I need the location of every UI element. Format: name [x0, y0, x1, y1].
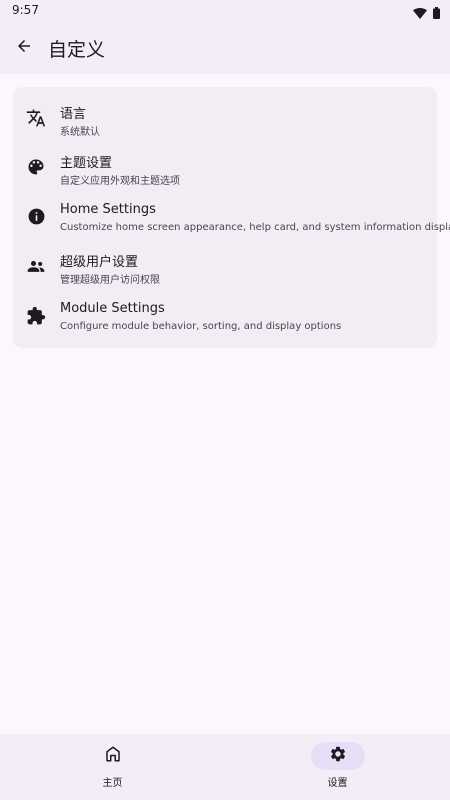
home-icon [104, 745, 122, 767]
setting-language[interactable]: 语言 系统默认 [13, 95, 437, 144]
app-bar: 自定义 [0, 22, 450, 74]
nav-indicator-active [310, 742, 365, 770]
setting-subtitle: 系统默认 [60, 127, 100, 138]
battery-icon [433, 4, 440, 23]
back-button[interactable] [8, 32, 40, 64]
setting-home[interactable]: Home Settings Customize home screen appe… [13, 194, 450, 243]
setting-module[interactable]: Module Settings Configure module behavio… [13, 293, 437, 342]
setting-superuser[interactable]: 超级用户设置 管理超级用户访问权限 [13, 243, 437, 292]
setting-theme[interactable]: 主题设置 自定义应用外观和主题选项 [13, 144, 437, 193]
palette-icon [26, 157, 46, 177]
nav-item-home[interactable]: 主页 [0, 734, 225, 800]
setting-subtitle: Customize home screen appearance, help c… [60, 221, 450, 233]
translate-icon [26, 108, 46, 128]
nav-label: 主页 [102, 778, 123, 789]
page-title: 自定义 [48, 39, 106, 61]
setting-title: Module Settings [60, 300, 165, 316]
setting-title: 语言 [60, 107, 87, 122]
status-time: 9:57 [12, 3, 39, 17]
nav-item-settings[interactable]: 设置 [225, 734, 450, 800]
bottom-navigation: 主页 设置 [0, 734, 450, 800]
setting-title: 主题设置 [60, 156, 113, 172]
gear-icon [329, 745, 347, 767]
setting-title: Home Settings [60, 201, 156, 217]
setting-subtitle: 管理超级用户访问权限 [60, 275, 160, 287]
superuser-icon [26, 256, 46, 276]
status-bar: 9:57 [0, 0, 450, 22]
setting-subtitle: 自定义应用外观和主题选项 [60, 176, 180, 188]
puzzle-icon [26, 306, 46, 326]
settings-card: 语言 系统默认 主题设置 自定义应用外观和主题选项 Home Settings … [13, 87, 450, 348]
wifi-icon [413, 4, 427, 23]
setting-title: 超级用户设置 [60, 255, 139, 271]
status-icons [413, 4, 440, 23]
info-icon [26, 207, 46, 227]
nav-indicator [86, 742, 140, 770]
setting-subtitle: Configure module behavior, sorting, and … [60, 320, 342, 332]
nav-label: 设置 [327, 778, 348, 789]
arrow-back-icon [15, 37, 33, 59]
